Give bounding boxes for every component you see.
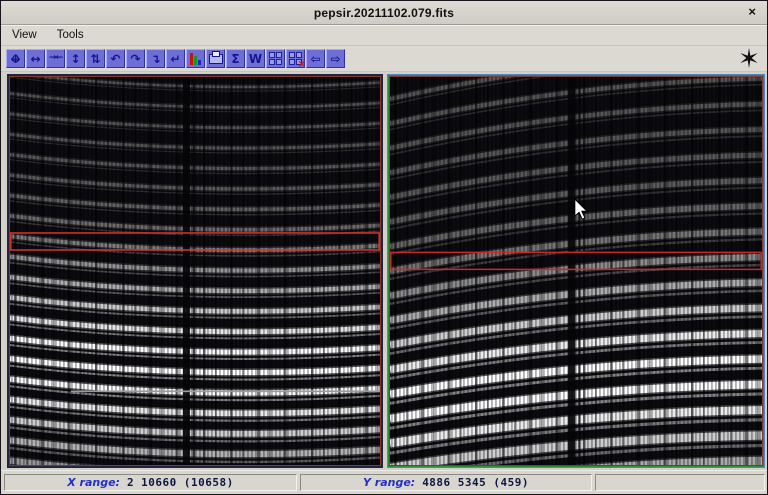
right-image-panel-inner [389, 76, 763, 466]
toolbar: ↔↕ ↔ →← ↕ ⇅ ↶ ↷ ↴ ↵ ΣW × ⇦ ⇨ [1, 46, 767, 72]
profile-icon: W [249, 53, 262, 65]
close-windows-button[interactable]: × [286, 49, 305, 68]
rotate-right-icon: ↷ [130, 53, 140, 65]
expand-x-button[interactable]: ↔ [26, 49, 45, 68]
status-x-range: X range: 2 10660 (10658) [4, 474, 297, 491]
profile-button[interactable]: W [246, 49, 265, 68]
x-range-label: X range: [67, 476, 120, 489]
tile-grid-icon [269, 52, 282, 65]
menu-view[interactable]: View [9, 27, 46, 43]
expand-y-icon: ↕ [70, 53, 80, 65]
next-button[interactable]: ⇨ [326, 49, 345, 68]
expand-y-button[interactable]: ↕ [66, 49, 85, 68]
tile-grid-close-icon: × [289, 52, 302, 65]
shrink-x-button[interactable]: →← [46, 49, 65, 68]
left-image-panel-frame [7, 74, 383, 468]
prev-icon: ⇦ [310, 53, 320, 65]
print-button[interactable] [206, 49, 225, 68]
close-button[interactable]: × [748, 4, 756, 19]
status-bar: X range: 2 10660 (10658) Y range: 4886 5… [1, 470, 767, 494]
right-image-panel[interactable] [390, 77, 762, 465]
flip-horizontal-button[interactable]: ↵ [166, 49, 185, 68]
rotate-right-button[interactable]: ↷ [126, 49, 145, 68]
window-title: pepsir.20211102.079.fits [314, 6, 454, 20]
printer-icon [209, 54, 223, 64]
app-window: pepsir.20211102.079.fits × ViewTools ↔↕↔… [0, 0, 768, 495]
x-range-value: 2 10660 (10658) [127, 476, 234, 489]
menu-tools[interactable]: Tools [54, 27, 93, 43]
status-y-range: Y range: 4886 5345 (459) [300, 474, 592, 491]
y-range-label: Y range: [363, 476, 415, 489]
prev-button[interactable]: ⇦ [306, 49, 325, 68]
pan-button[interactable]: ↔↕ [6, 49, 25, 68]
flip-vertical-icon: ↴ [150, 53, 160, 65]
status-extra [595, 474, 765, 491]
rotate-left-button[interactable]: ↶ [106, 49, 125, 68]
colormap-button[interactable] [186, 49, 205, 68]
flip-horizontal-icon: ↵ [170, 53, 180, 65]
expand-x-icon: ↔ [30, 53, 40, 65]
next-icon: ⇨ [330, 53, 340, 65]
tile-windows-button[interactable] [266, 49, 285, 68]
left-image-panel-inner [9, 76, 381, 466]
flip-vertical-button[interactable]: ↴ [146, 49, 165, 68]
x11-star-icon [738, 47, 760, 69]
title-bar[interactable]: pepsir.20211102.079.fits × [1, 1, 767, 25]
image-area [1, 72, 767, 470]
menu-bar: View Tools [1, 25, 767, 46]
right-image-panel-mid-frame [388, 75, 764, 467]
rgb-colormap-icon [190, 53, 201, 65]
sum-button[interactable]: Σ [226, 49, 245, 68]
right-image-panel-frame [387, 74, 765, 468]
shrink-y-button[interactable]: ⇅ [86, 49, 105, 68]
shrink-x-icon: →← [49, 54, 62, 63]
sum-icon: Σ [231, 53, 239, 65]
shrink-y-icon: ⇅ [90, 53, 100, 65]
rotate-left-icon: ↶ [110, 53, 120, 65]
left-image-panel[interactable] [10, 77, 380, 465]
y-range-value: 4886 5345 (459) [422, 476, 529, 489]
